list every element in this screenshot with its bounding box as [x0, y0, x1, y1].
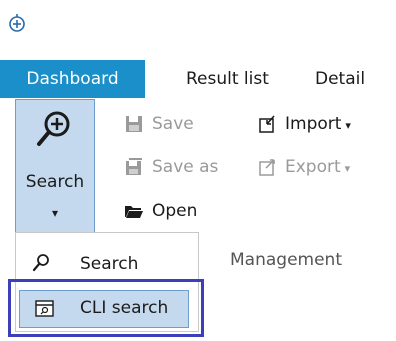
tab-dashboard[interactable]: Dashboard [0, 60, 145, 98]
search-button-label: Search [25, 172, 85, 192]
floppy-disk-icon [126, 116, 142, 132]
import-label: Import [285, 114, 342, 134]
export-button[interactable]: Export ▾ [257, 152, 350, 182]
group-label-management: Management [230, 250, 342, 270]
export-caret: ▾ [344, 162, 351, 175]
magnifier-plus-icon [37, 111, 70, 146]
export-label: Export [285, 157, 341, 177]
floppy-disk-multiple-icon [126, 158, 142, 175]
tab-result-list[interactable]: Result list [176, 60, 279, 98]
save-label: Save [152, 114, 194, 134]
highlight-frame [8, 279, 204, 337]
tab-detail[interactable]: Detail [305, 60, 375, 98]
menu-item-search-label: Search [80, 254, 139, 274]
open-button[interactable]: Open [124, 196, 197, 226]
folder-open-icon [125, 206, 143, 218]
save-button[interactable]: Save [124, 109, 194, 139]
app-icon [9, 14, 25, 32]
search-button-caret[interactable]: ▾ [15, 203, 95, 223]
magnifier-icon [32, 254, 49, 272]
open-label: Open [152, 201, 198, 221]
save-as-button[interactable]: Save as [124, 152, 218, 182]
save-as-label: Save as [152, 157, 219, 177]
import-button[interactable]: Import ▾ [257, 109, 351, 139]
import-caret: ▾ [345, 119, 351, 132]
export-icon [259, 159, 275, 176]
import-icon [259, 115, 275, 133]
